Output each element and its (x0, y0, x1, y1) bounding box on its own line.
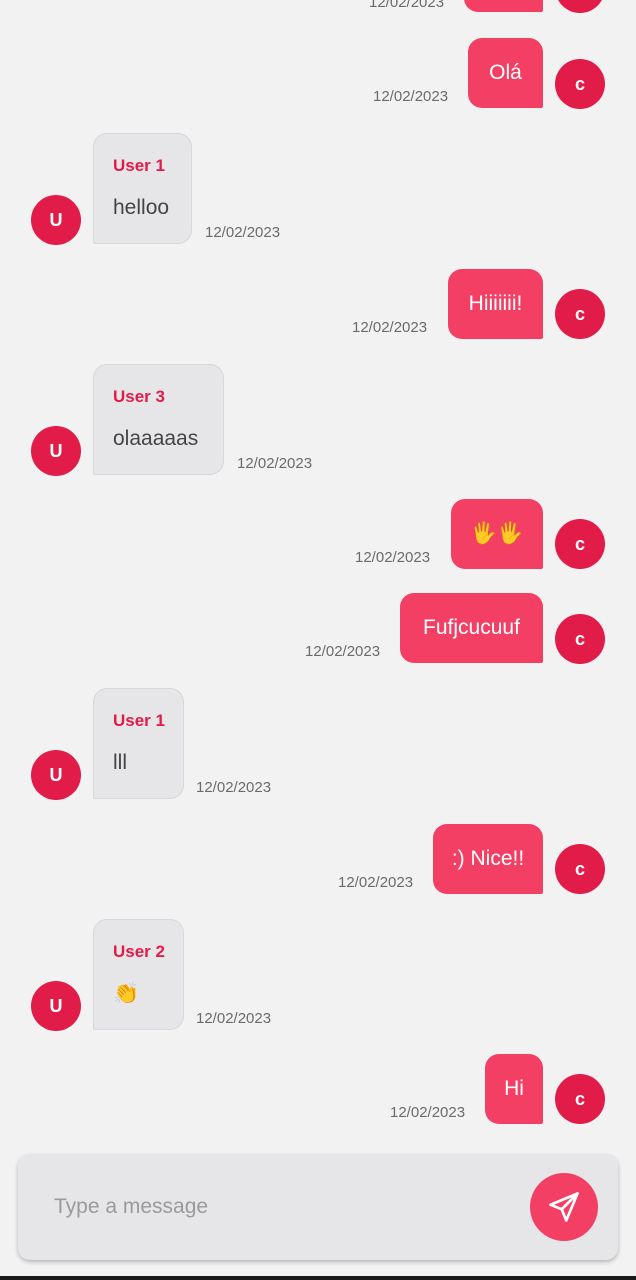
avatar[interactable]: c (555, 0, 605, 13)
message-timestamp: 12/02/2023 (196, 779, 272, 796)
outgoing-message-bubble[interactable]: Fufjcucuuf (400, 593, 543, 663)
message-timestamp: 12/02/2023 (369, 0, 445, 11)
outgoing-message-bubble[interactable] (464, 0, 543, 12)
avatar[interactable]: c (555, 289, 605, 339)
incoming-message-bubble[interactable]: User 1 lll (93, 688, 184, 799)
outgoing-message-bubble[interactable]: Hiiiiiii! (448, 269, 543, 339)
outgoing-message-bubble[interactable]: Olá (468, 38, 543, 108)
avatar[interactable]: c (555, 1074, 605, 1124)
message-timestamp: 12/02/2023 (338, 874, 414, 891)
sender-name: User 2 (113, 942, 165, 961)
avatar[interactable]: U (31, 981, 81, 1031)
avatar[interactable]: c (555, 59, 605, 109)
message-composer (18, 1154, 618, 1260)
sender-name: User 3 (113, 387, 165, 406)
message-timestamp: 12/02/2023 (305, 643, 381, 660)
avatar[interactable]: U (31, 195, 81, 245)
outgoing-message-bubble[interactable]: 🖐🖐 (451, 499, 543, 569)
outgoing-message-bubble[interactable]: Hi (485, 1054, 543, 1124)
avatar[interactable]: U (31, 750, 81, 800)
message-text: lll (113, 751, 127, 774)
avatar[interactable]: c (555, 614, 605, 664)
message-text: olaaaaas (113, 427, 199, 450)
avatar[interactable]: c (555, 844, 605, 894)
message-timestamp: 12/02/2023 (196, 1010, 272, 1027)
sender-name: User 1 (113, 156, 165, 175)
screen-bottom-edge (0, 1276, 636, 1280)
incoming-message-bubble[interactable]: User 2 👏 (93, 919, 184, 1030)
message-timestamp: 12/02/2023 (352, 319, 428, 336)
avatar[interactable]: c (555, 519, 605, 569)
message-timestamp: 12/02/2023 (205, 224, 281, 241)
message-input[interactable] (54, 1188, 514, 1226)
incoming-message-bubble[interactable]: User 3 olaaaaas (93, 364, 224, 475)
message-timestamp: 12/02/2023 (355, 549, 431, 566)
message-timestamp: 12/02/2023 (390, 1104, 466, 1121)
message-timestamp: 12/02/2023 (237, 455, 313, 472)
outgoing-message-bubble[interactable]: :) Nice!! (433, 824, 543, 894)
sender-name: User 1 (113, 711, 165, 730)
message-text: helloo (113, 196, 170, 219)
send-button[interactable] (530, 1173, 598, 1241)
avatar[interactable]: U (31, 426, 81, 476)
incoming-message-bubble[interactable]: User 1 helloo (93, 133, 192, 244)
message-text: 👏 (113, 982, 140, 1005)
message-list[interactable]: 12/02/2023 c 12/02/2023 Olá c U User 1 h… (0, 0, 636, 1150)
send-icon (546, 1189, 582, 1225)
message-timestamp: 12/02/2023 (373, 88, 449, 105)
